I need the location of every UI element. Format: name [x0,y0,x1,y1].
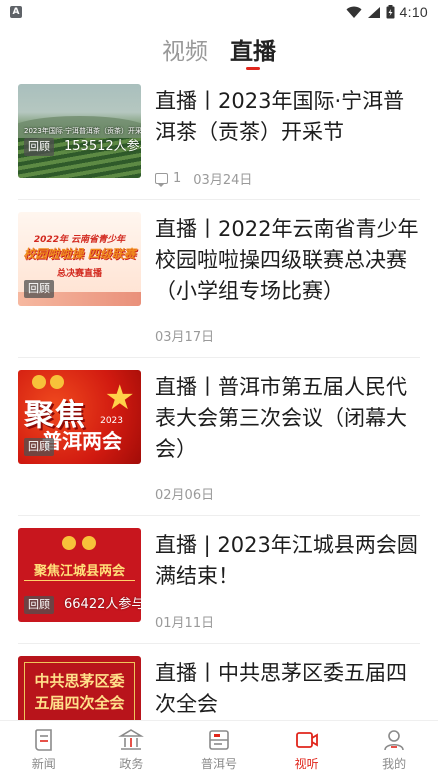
government-icon [118,728,145,750]
list-item[interactable]: 2022年 云南省青少年 校园啦啦操 四级联赛 总决赛直播 回顾 直播丨2022… [0,200,438,358]
puer-account-icon [209,729,229,750]
thumbnail-year: 2023 [100,416,123,426]
video-thumbnail[interactable]: 中共思茅区委 五届四次全会 [18,656,141,720]
replay-badge: 回顾 [24,596,54,614]
nav-news-label: 新闻 [31,756,56,771]
item-title[interactable]: 直播丨中共思茅区委五届四次全会 [155,658,420,720]
item-date: 02月06日 [155,488,215,503]
item-meta: 02月06日 [155,484,214,503]
item-title[interactable]: 直播丨普洱市第五届人民代表大会第三次会议（闭幕大会） [155,372,420,465]
list-item[interactable]: 中共思茅区委 五届四次全会 直播丨中共思茅区委五届四次全会 [0,644,438,720]
nav-puer-account[interactable]: 普洱号 [175,721,263,778]
bottom-navigation: 新闻 政务 普洱号 视听 我的 [0,720,438,778]
viewer-count: 153512人参与 [64,139,141,154]
thumbnail-caption-line1: 2022年 云南省青少年 [33,235,126,245]
thumbnail-caption-line2: 五届四次全会 [34,694,125,712]
nav-news[interactable]: 新闻 [0,721,88,778]
thumbnail-caption: 聚焦江城县两会 [33,564,125,579]
item-title[interactable]: 直播 | 2023年江城县两会圆满结束！ [155,530,420,592]
star-icon: ★ [104,378,135,418]
item-title[interactable]: 直播丨2022年云南省青少年校园啦啦操四级联赛总决赛（小学组专场比赛） [155,214,420,307]
battery-icon [386,5,395,19]
nav-profile[interactable]: 我的 [350,721,438,778]
wifi-icon [346,6,362,18]
nav-video[interactable]: 视听 [263,721,351,778]
tab-live[interactable]: 直播 [230,30,276,76]
nav-video-label: 视听 [294,756,319,771]
video-thumbnail[interactable]: 2022年 云南省青少年 校园啦啦操 四级联赛 总决赛直播 回顾 [18,212,141,306]
item-meta: 01月11日 [155,612,214,631]
replay-badge: 回顾 [24,280,54,298]
thumbnail-caption-line3: 总决赛直播 [56,269,102,279]
comment-icon [155,173,168,187]
tab-live-label: 直播 [230,39,276,65]
item-date: 03月24日 [193,173,253,188]
item-date: 03月17日 [155,330,215,345]
nav-government-label: 政务 [119,756,144,771]
item-title[interactable]: 直播丨2023年国际·宁洱普洱茶（贡茶）开采节 [155,86,420,148]
profile-icon [384,729,404,750]
comment-count: 1 [173,171,182,186]
status-time: 4:10 [399,4,428,20]
viewer-count: 66422人参与 [64,597,141,612]
thumbnail-caption-small: 普洱两会 [42,429,122,453]
video-thumbnail[interactable]: 2023年国际·宁洱普洱茶（贡茶）开采节 回顾 153512人参与 [18,84,141,178]
item-date: 01月11日 [155,616,215,631]
list-item[interactable]: 聚焦江城县两会 回顾 66422人参与 直播 | 2023年江城县两会圆满结束！… [0,516,438,644]
active-tab-indicator [246,67,260,70]
replay-badge: 回顾 [24,438,54,456]
news-icon [34,728,52,751]
video-thumbnail[interactable]: ★ 聚焦 普洱两会 2023 回顾 [18,370,141,464]
item-meta: 1 03月24日 [155,169,252,188]
thumbnail-caption-line2: 校园啦啦操 四级联赛 [23,247,136,261]
video-thumbnail[interactable]: 聚焦江城县两会 回顾 66422人参与 [18,528,141,622]
signal-icon [367,6,380,18]
nav-government[interactable]: 政务 [88,721,176,778]
notification-a-icon: A [10,6,22,18]
status-bar: A 4:10 [0,0,438,24]
nav-profile-label: 我的 [382,756,407,771]
thumbnail-caption: 2023年国际·宁洱普洱茶（贡茶）开采节 [24,127,141,135]
thumbnail-caption-line1: 中共思茅区委 [34,672,125,690]
live-feed-list[interactable]: 2023年国际·宁洱普洱茶（贡茶）开采节 回顾 153512人参与 直播丨202… [0,80,438,720]
item-meta: 03月17日 [155,326,214,345]
list-item[interactable]: ★ 聚焦 普洱两会 2023 回顾 直播丨普洱市第五届人民代表大会第三次会议（闭… [0,358,438,516]
replay-badge: 回顾 [24,138,54,156]
tab-video[interactable]: 视频 [162,30,208,76]
video-icon [295,731,318,748]
content-tabs: 视频 直播 [0,30,438,76]
nav-puer-account-label: 普洱号 [200,756,237,771]
list-item[interactable]: 2023年国际·宁洱普洱茶（贡茶）开采节 回顾 153512人参与 直播丨202… [0,80,438,200]
